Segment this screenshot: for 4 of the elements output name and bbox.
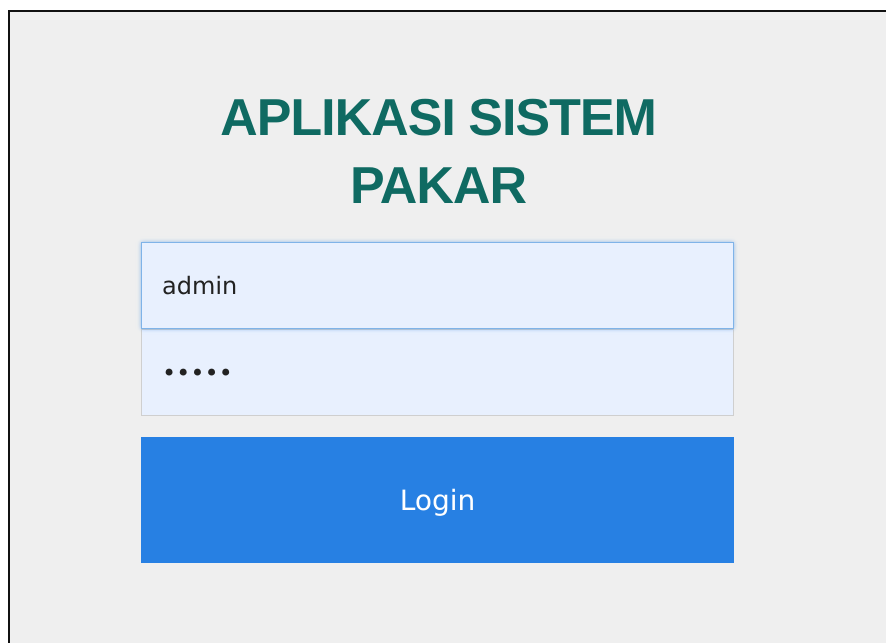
input-field[interactable]: ••••• bbox=[141, 329, 734, 416]
login-button[interactable]: Login bbox=[141, 437, 734, 563]
input-field[interactable]: admin bbox=[141, 242, 734, 329]
app-title: APLIKASI SISTEM PAKAR bbox=[219, 88, 657, 217]
